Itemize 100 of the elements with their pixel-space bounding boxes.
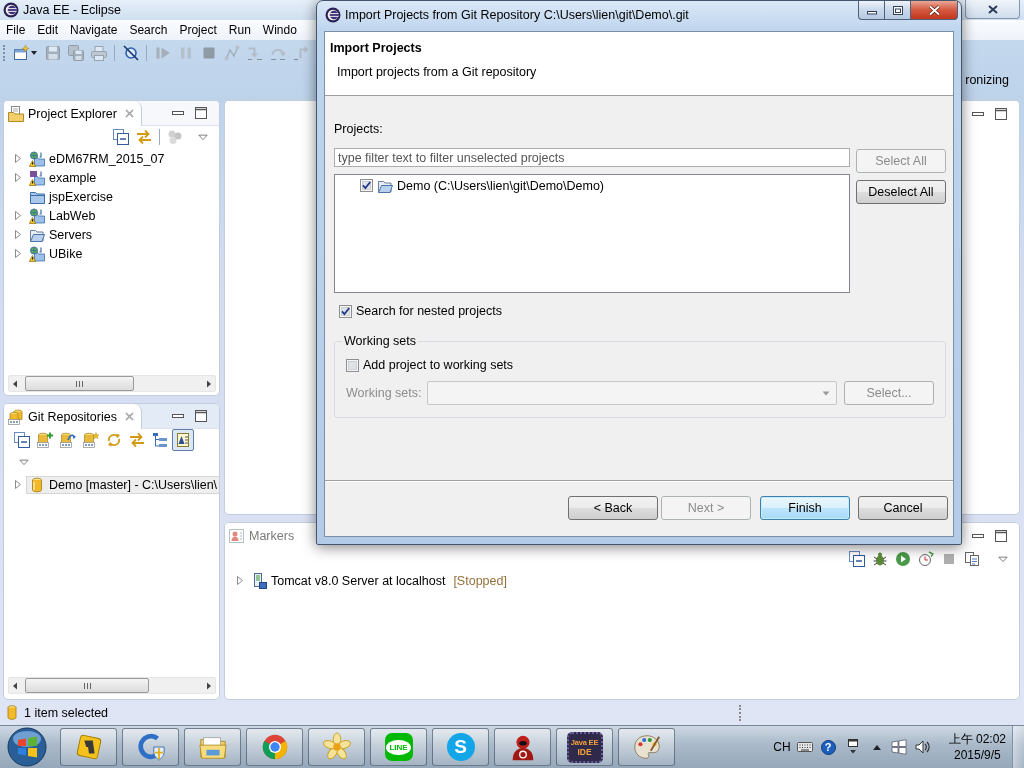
filter-field[interactable]: type filter text to filter unselected projects bbox=[334, 148, 850, 167]
maximize-button[interactable] bbox=[885, 1, 911, 20]
up-arrow-icon[interactable] bbox=[871, 743, 882, 751]
view-tab[interactable]: Git Repositories bbox=[4, 404, 142, 429]
view-tab[interactable]: Project Explorer bbox=[4, 101, 142, 126]
view-tab[interactable]: Markers bbox=[225, 523, 303, 548]
speaker-icon[interactable] bbox=[914, 739, 931, 755]
field-label: Working sets: bbox=[346, 386, 423, 400]
server-status: [Stopped] bbox=[453, 573, 507, 588]
scrollbar-thumb[interactable] bbox=[25, 678, 149, 693]
ring-icon bbox=[325, 7, 341, 23]
menu-item[interactable]: Run bbox=[222, 20, 257, 40]
close-icon bbox=[927, 4, 941, 16]
horizontal-scrollbar[interactable] bbox=[8, 375, 216, 392]
cylinder-star-icon[interactable] bbox=[83, 432, 99, 448]
menu-item[interactable]: Navigate bbox=[64, 20, 124, 40]
expand-arrow-icon[interactable] bbox=[13, 230, 22, 239]
page-heading: Import Projects bbox=[330, 40, 422, 56]
show-desktop-button[interactable] bbox=[1012, 726, 1024, 768]
expand-arrow-icon[interactable] bbox=[13, 154, 22, 163]
ring-icon bbox=[3, 2, 19, 18]
menu-item[interactable]: Project bbox=[173, 20, 223, 40]
expand-arrow-icon[interactable] bbox=[13, 480, 22, 489]
flower-icon bbox=[321, 732, 352, 762]
letter-circle-logo: S bbox=[446, 733, 475, 761]
taskbar-button[interactable] bbox=[494, 728, 551, 766]
dialog-button[interactable]: Finish bbox=[760, 496, 850, 520]
expand-arrow-icon[interactable] bbox=[13, 249, 22, 258]
maximize-icon[interactable] bbox=[195, 410, 207, 422]
pages-icon[interactable] bbox=[964, 551, 980, 567]
collapse-all-icon[interactable] bbox=[14, 432, 30, 448]
tree-item[interactable]: example bbox=[26, 168, 101, 187]
scroll-left-icon[interactable] bbox=[12, 681, 18, 690]
tree-item[interactable]: Servers bbox=[26, 225, 97, 244]
palette-icon bbox=[631, 732, 662, 762]
folder-page-icon bbox=[8, 105, 24, 122]
maximize-icon[interactable] bbox=[195, 107, 207, 119]
menu-item[interactable]: Edit bbox=[31, 20, 65, 40]
collapse-all-icon[interactable] bbox=[113, 129, 129, 145]
start-orb-icon[interactable] bbox=[7, 727, 47, 767]
help-icon[interactable]: ? bbox=[820, 739, 836, 755]
checkbox-label[interactable]: Search for nested projects bbox=[356, 304, 502, 318]
dialog-button[interactable]: < Back bbox=[568, 496, 658, 520]
shield-app-icon bbox=[135, 732, 166, 762]
scroll-right-icon[interactable] bbox=[206, 379, 212, 388]
cylinder-arrow-icon[interactable] bbox=[60, 432, 76, 448]
taskbar-button[interactable] bbox=[184, 728, 241, 766]
dialog-button[interactable]: Cancel bbox=[858, 496, 948, 520]
cylinders-icon bbox=[8, 408, 24, 425]
play-circle-icon[interactable] bbox=[895, 551, 911, 567]
project-warning-icon bbox=[29, 207, 45, 224]
menu-item[interactable]: File bbox=[0, 20, 32, 40]
refresh-icon[interactable] bbox=[106, 432, 122, 448]
tree-item[interactable]: jspExercise bbox=[26, 187, 117, 206]
dialog-button[interactable]: Deselect All bbox=[856, 180, 946, 204]
project-item[interactable]: Demo (C:\Users\lien\git\Demo\Demo) bbox=[377, 177, 604, 194]
close-icon[interactable] bbox=[124, 109, 134, 118]
taskbar-button[interactable] bbox=[60, 728, 117, 766]
menu-item[interactable]: Search bbox=[123, 20, 174, 40]
clock-time[interactable]: 上午 02:02 bbox=[948, 731, 1006, 747]
new-window-icon[interactable] bbox=[12, 44, 29, 61]
close-button[interactable] bbox=[911, 1, 958, 20]
close-button[interactable] bbox=[965, 0, 1020, 19]
language-indicator[interactable]: CH bbox=[773, 740, 791, 754]
scroll-right-icon[interactable] bbox=[206, 681, 212, 690]
maximize-icon[interactable] bbox=[995, 107, 1007, 120]
menu-item[interactable]: Windo bbox=[256, 20, 303, 40]
scrollbar-thumb[interactable] bbox=[25, 376, 134, 391]
clock-date[interactable]: 2015/9/5 bbox=[953, 747, 1001, 763]
crossed-circle-icon[interactable] bbox=[122, 44, 139, 61]
tree-item[interactable]: UBike bbox=[26, 244, 87, 263]
window-title: Java EE - Eclipse bbox=[23, 3, 121, 17]
close-icon[interactable] bbox=[124, 412, 134, 421]
four-panes-icon[interactable] bbox=[890, 739, 907, 755]
opposite-arrows-icon[interactable] bbox=[129, 432, 145, 448]
checkbox[interactable] bbox=[339, 304, 352, 318]
minimize-button[interactable] bbox=[858, 1, 885, 20]
bug-icon[interactable] bbox=[872, 551, 888, 567]
tree-item[interactable]: Demo [master] - C:\Users\lien\ bbox=[26, 475, 219, 494]
server-item[interactable]: Tomcat v8.0 Server at localhost bbox=[248, 571, 450, 590]
hierarchy-icon[interactable] bbox=[152, 432, 168, 448]
keyboard-icon[interactable] bbox=[796, 739, 813, 755]
checkbox[interactable] bbox=[360, 179, 373, 192]
expand-arrow-icon[interactable] bbox=[13, 211, 22, 220]
maximize-icon[interactable] bbox=[995, 529, 1007, 542]
horizontal-scrollbar[interactable] bbox=[8, 677, 216, 694]
opposite-arrows-icon[interactable] bbox=[136, 129, 152, 145]
cylinder-plus-icon[interactable] bbox=[37, 432, 53, 448]
perspective-label[interactable]: ronizing bbox=[965, 73, 1009, 87]
close-icon bbox=[987, 4, 998, 14]
tree-item[interactable]: LabWeb bbox=[26, 206, 100, 225]
collapse-all-icon[interactable] bbox=[849, 551, 865, 567]
taskbar-button[interactable] bbox=[122, 728, 179, 766]
scroll-left-icon[interactable] bbox=[12, 379, 18, 388]
cylinder-icon bbox=[29, 476, 45, 493]
tree-item[interactable]: eDM67RM_2015_07 bbox=[26, 149, 169, 168]
view-menu-icon[interactable] bbox=[997, 553, 1009, 565]
expand-arrow-icon[interactable] bbox=[235, 576, 244, 585]
expand-arrow-icon[interactable] bbox=[13, 173, 22, 182]
stopwatch-icon[interactable] bbox=[918, 551, 934, 567]
